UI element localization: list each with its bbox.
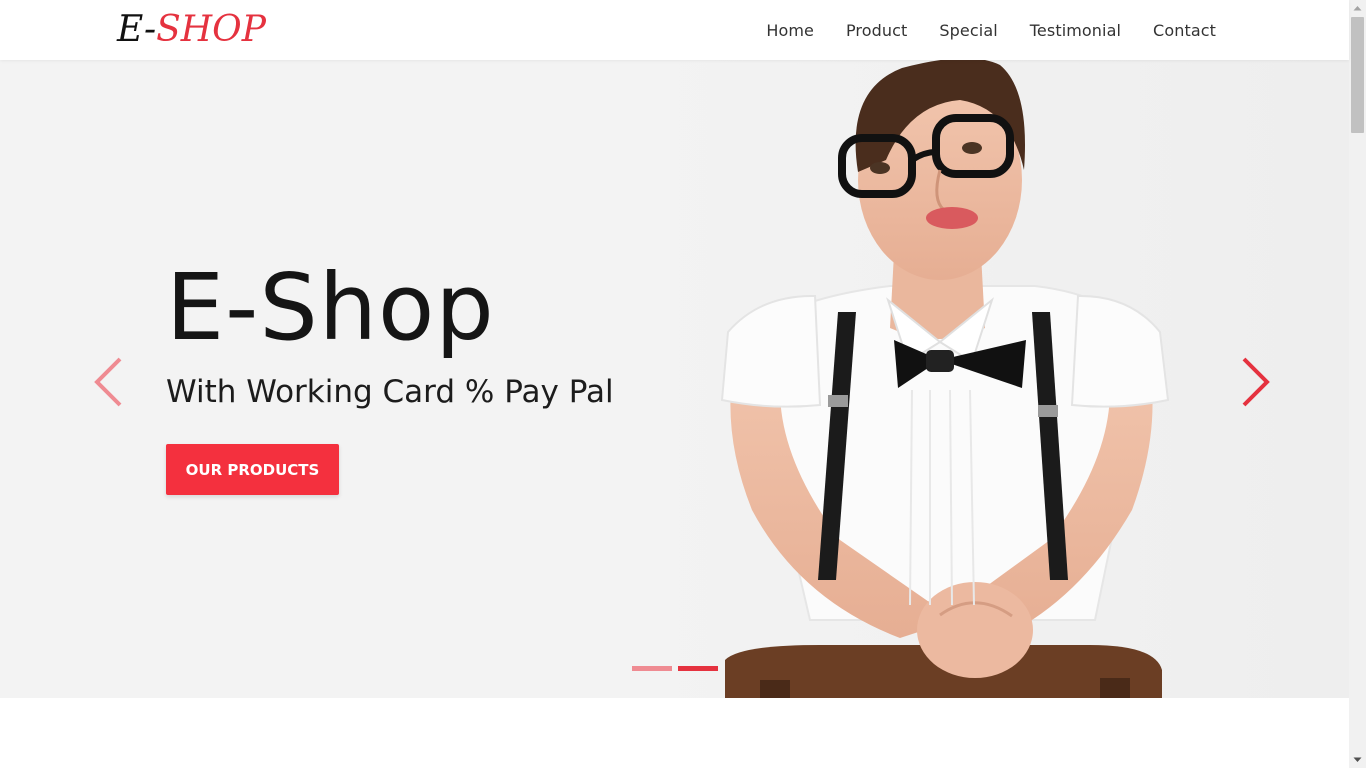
chevron-left-icon [94, 357, 122, 407]
nav-contact[interactable]: Contact [1153, 21, 1216, 40]
nav-home[interactable]: Home [766, 21, 814, 40]
scroll-down-button[interactable] [1349, 751, 1366, 768]
scroll-thumb[interactable] [1351, 17, 1364, 133]
hero-title: E-Shop [166, 254, 495, 361]
triangle-up-icon [1353, 6, 1362, 11]
scroll-up-button[interactable] [1349, 0, 1366, 17]
carousel-indicator-2-active[interactable] [678, 666, 718, 671]
carousel-prev-button[interactable] [90, 356, 126, 408]
our-products-button[interactable]: OUR PRODUCTS [166, 444, 339, 495]
logo-suffix: SHOP [156, 9, 266, 50]
carousel-indicators [632, 666, 724, 671]
nav-testimonial[interactable]: Testimonial [1030, 21, 1121, 40]
triangle-down-icon [1353, 757, 1362, 762]
hero-carousel: E-Shop With Working Card % Pay Pal OUR P… [0, 60, 1349, 698]
page-scrollbar[interactable] [1349, 0, 1366, 768]
main-nav: Home Product Special Testimonial Contact [734, 0, 1216, 60]
hero-subtitle: With Working Card % Pay Pal [166, 374, 614, 410]
logo-prefix: E- [117, 9, 157, 50]
site-header: E-SHOP Home Product Special Testimonial … [0, 0, 1349, 60]
chevron-right-icon [1242, 357, 1270, 407]
carousel-indicator-1[interactable] [632, 666, 672, 671]
site-logo[interactable]: E-SHOP [117, 8, 266, 52]
carousel-next-button[interactable] [1238, 356, 1274, 408]
nav-special[interactable]: Special [939, 21, 997, 40]
nav-product[interactable]: Product [846, 21, 907, 40]
